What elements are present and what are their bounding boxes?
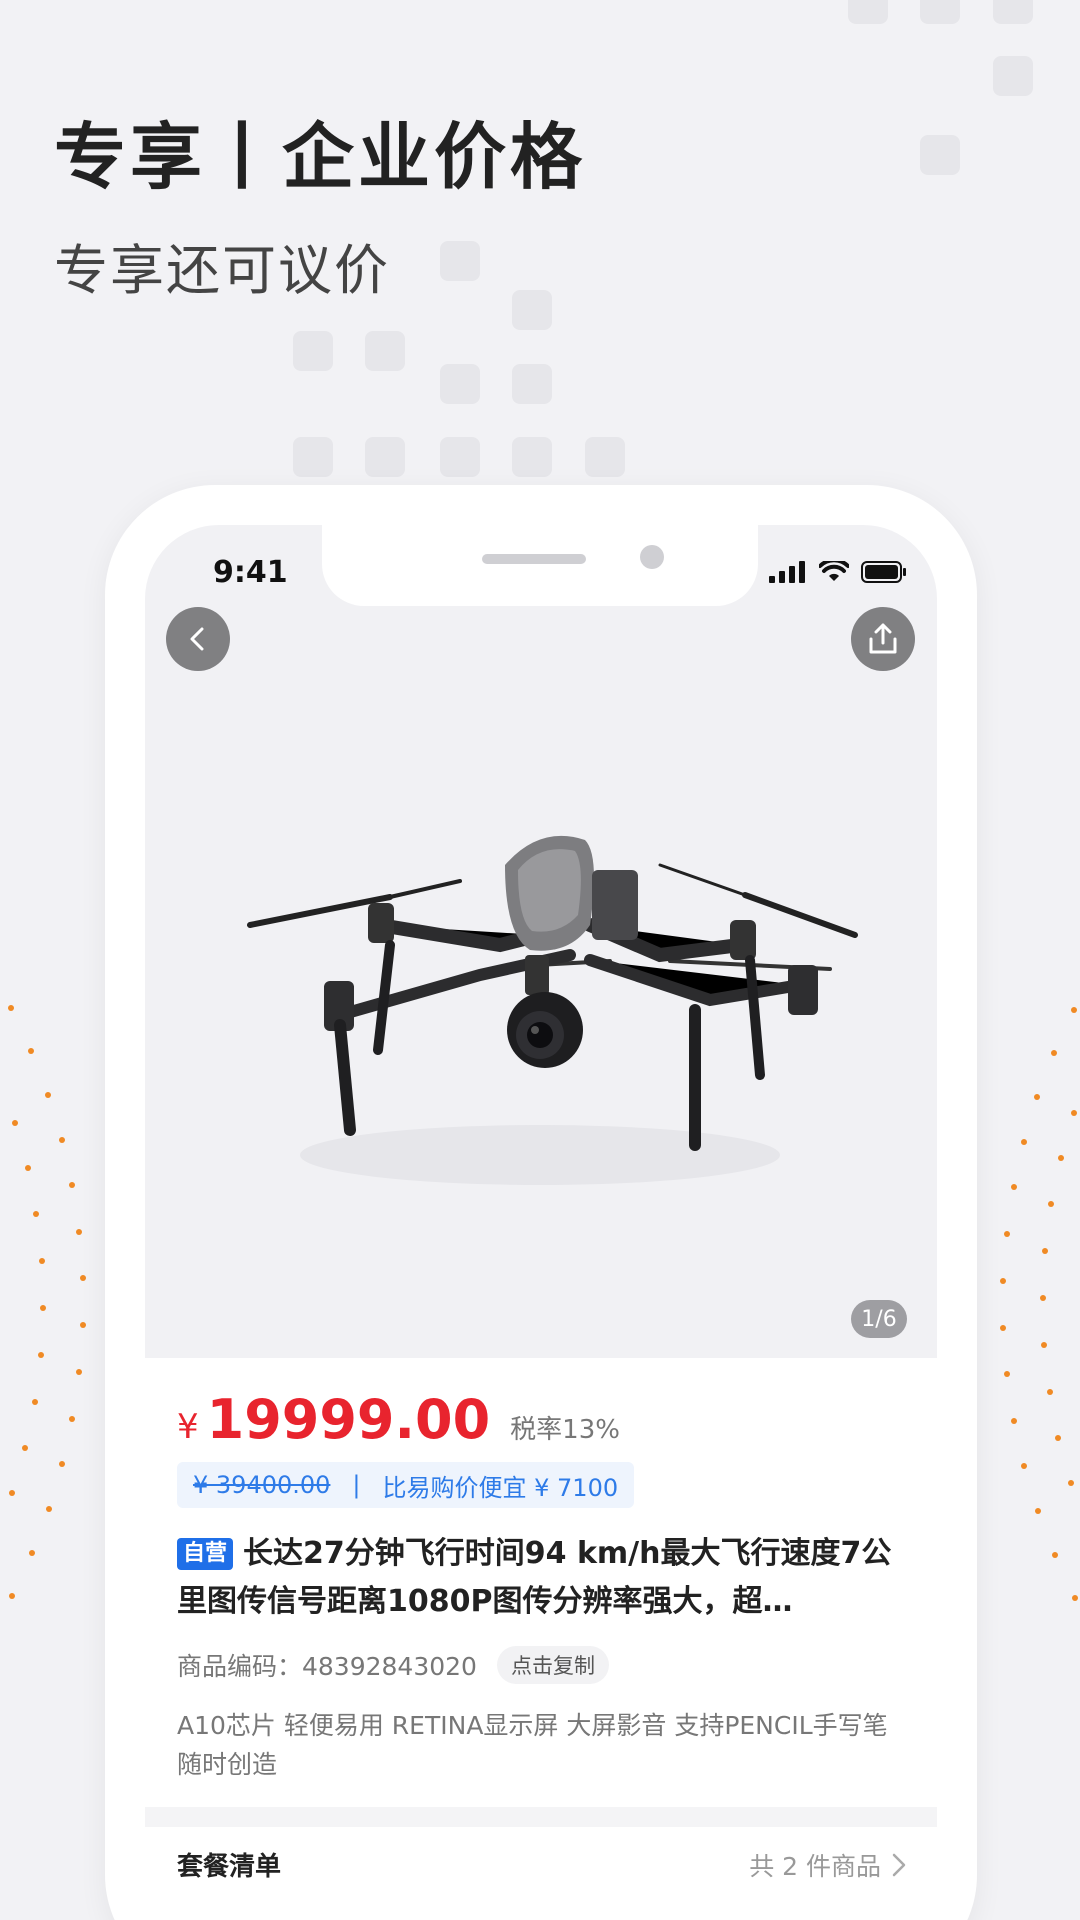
decorative-dot bbox=[39, 1305, 46, 1312]
price-value: 19999.00 bbox=[206, 1388, 491, 1451]
decorative-dot bbox=[1000, 1277, 1007, 1284]
package-list-row[interactable]: 套餐清单 共 2 件商品 bbox=[177, 1846, 907, 1883]
decorative-dot bbox=[1041, 1341, 1048, 1348]
decorative-dot bbox=[76, 1369, 83, 1376]
package-count: 共 2 件商品 bbox=[749, 1847, 907, 1883]
decorative-dot bbox=[1010, 1184, 1017, 1191]
signal-icon bbox=[769, 561, 805, 583]
decorative-dot bbox=[37, 1352, 44, 1359]
section-divider bbox=[145, 1807, 937, 1827]
product-title-text: 长达27分钟飞行时间94 km/h最大飞行速度7公里图传信号距离1080P图传分… bbox=[177, 1536, 892, 1619]
decorative-dot bbox=[1070, 1007, 1077, 1014]
decorative-dot bbox=[8, 1490, 15, 1497]
decorative-dot bbox=[79, 1322, 86, 1329]
price-currency: ¥ bbox=[177, 1407, 199, 1447]
decorative-dot bbox=[1071, 1594, 1078, 1601]
decorative-dot bbox=[1042, 1247, 1049, 1254]
decorative-dot bbox=[1034, 1093, 1041, 1100]
decorative-dot bbox=[1021, 1463, 1028, 1470]
decorative-dot bbox=[79, 1275, 86, 1282]
decorative-dot bbox=[1010, 1417, 1017, 1424]
comparison-separator: | bbox=[352, 1471, 361, 1499]
image-counter: 1/6 bbox=[851, 1300, 907, 1338]
phone-mockup: 9:41 1/6 ¥ 19999.00 税率13% ¥ 39400.00 | 比… bbox=[105, 485, 977, 1920]
copy-code-button[interactable]: 点击复制 bbox=[496, 1646, 609, 1684]
decorative-dot bbox=[1057, 1154, 1064, 1161]
back-button[interactable] bbox=[166, 607, 230, 671]
decorative-dot bbox=[1055, 1434, 1062, 1441]
decorative-dot bbox=[1003, 1230, 1010, 1237]
decorative-dot bbox=[1003, 1371, 1010, 1378]
share-button[interactable] bbox=[851, 607, 915, 671]
promo-subtitle: 专享还可议价 bbox=[54, 239, 390, 302]
decorative-dot bbox=[1067, 1480, 1074, 1487]
decorative-dot bbox=[1071, 1109, 1077, 1116]
product-code-row: 商品编码：48392843020 点击复制 bbox=[177, 1646, 609, 1684]
decorative-dot bbox=[1051, 1552, 1058, 1559]
decorative-dot bbox=[8, 1005, 15, 1012]
decorative-dot bbox=[12, 1119, 19, 1126]
phone-screen: 9:41 1/6 ¥ 19999.00 税率13% ¥ 39400.00 | 比… bbox=[145, 525, 937, 1920]
self-operated-badge: 自营 bbox=[177, 1538, 234, 1570]
savings-text: 比易购价便宜 ¥ 7100 bbox=[382, 1473, 619, 1502]
decorative-dot bbox=[45, 1506, 52, 1513]
status-icons bbox=[769, 561, 907, 583]
decorative-dot bbox=[1046, 1388, 1053, 1395]
decorative-dot bbox=[33, 1211, 40, 1218]
decorative-dot bbox=[22, 1445, 29, 1452]
decorative-dot bbox=[29, 1550, 36, 1557]
decorative-dot bbox=[69, 1182, 76, 1189]
wifi-icon bbox=[819, 561, 849, 581]
decorative-dot bbox=[24, 1165, 31, 1172]
price-row: ¥ 19999.00 税率13% bbox=[177, 1388, 620, 1451]
promo-title: 专享丨企业价格 bbox=[54, 115, 587, 199]
decorative-dot bbox=[69, 1415, 76, 1422]
product-code: 商品编码：48392843020 bbox=[177, 1652, 477, 1681]
price-comparison: ¥ 39400.00 | 比易购价便宜 ¥ 7100 bbox=[177, 1462, 635, 1508]
product-title: 自营 长达27分钟飞行时间94 km/h最大飞行速度7公里图传信号距离1080P图… bbox=[177, 1530, 913, 1626]
decorative-dot bbox=[1000, 1324, 1007, 1331]
decorative-dot bbox=[38, 1258, 45, 1265]
decorative-dot bbox=[45, 1091, 52, 1098]
decorative-dot bbox=[1040, 1294, 1047, 1301]
decorative-dot bbox=[59, 1461, 66, 1468]
tax-rate: 税率13% bbox=[510, 1415, 620, 1445]
product-description: A10芯片 轻便易用 RETINA显示屏 大屏影音 支持PENCIL手写笔 随时… bbox=[177, 1711, 888, 1779]
original-price: ¥ 39400.00 bbox=[193, 1471, 331, 1499]
decorative-dot bbox=[9, 1592, 16, 1599]
decorative-dot bbox=[1020, 1138, 1027, 1145]
decorative-dot bbox=[31, 1399, 38, 1406]
decorative-dot bbox=[58, 1136, 65, 1143]
package-count-text: 共 2 件商品 bbox=[749, 1851, 881, 1881]
camera-icon bbox=[640, 545, 664, 569]
share-icon bbox=[869, 623, 897, 654]
decorative-dot bbox=[28, 1047, 35, 1054]
speaker-icon bbox=[482, 554, 586, 564]
decorative-dot bbox=[76, 1228, 82, 1235]
decorative-dot bbox=[1034, 1508, 1041, 1515]
status-time: 9:41 bbox=[213, 555, 288, 590]
decorative-dot bbox=[1050, 1049, 1057, 1056]
product-image-area[interactable]: 9:41 1/6 bbox=[145, 525, 937, 1358]
chevron-right-icon bbox=[892, 1853, 906, 1876]
package-title: 套餐清单 bbox=[177, 1852, 282, 1882]
drone-product-image bbox=[247, 835, 858, 1185]
decorative-dot bbox=[1048, 1200, 1055, 1207]
chevron-left-icon bbox=[190, 627, 204, 651]
battery-icon bbox=[861, 561, 906, 583]
phone-notch bbox=[322, 525, 758, 606]
